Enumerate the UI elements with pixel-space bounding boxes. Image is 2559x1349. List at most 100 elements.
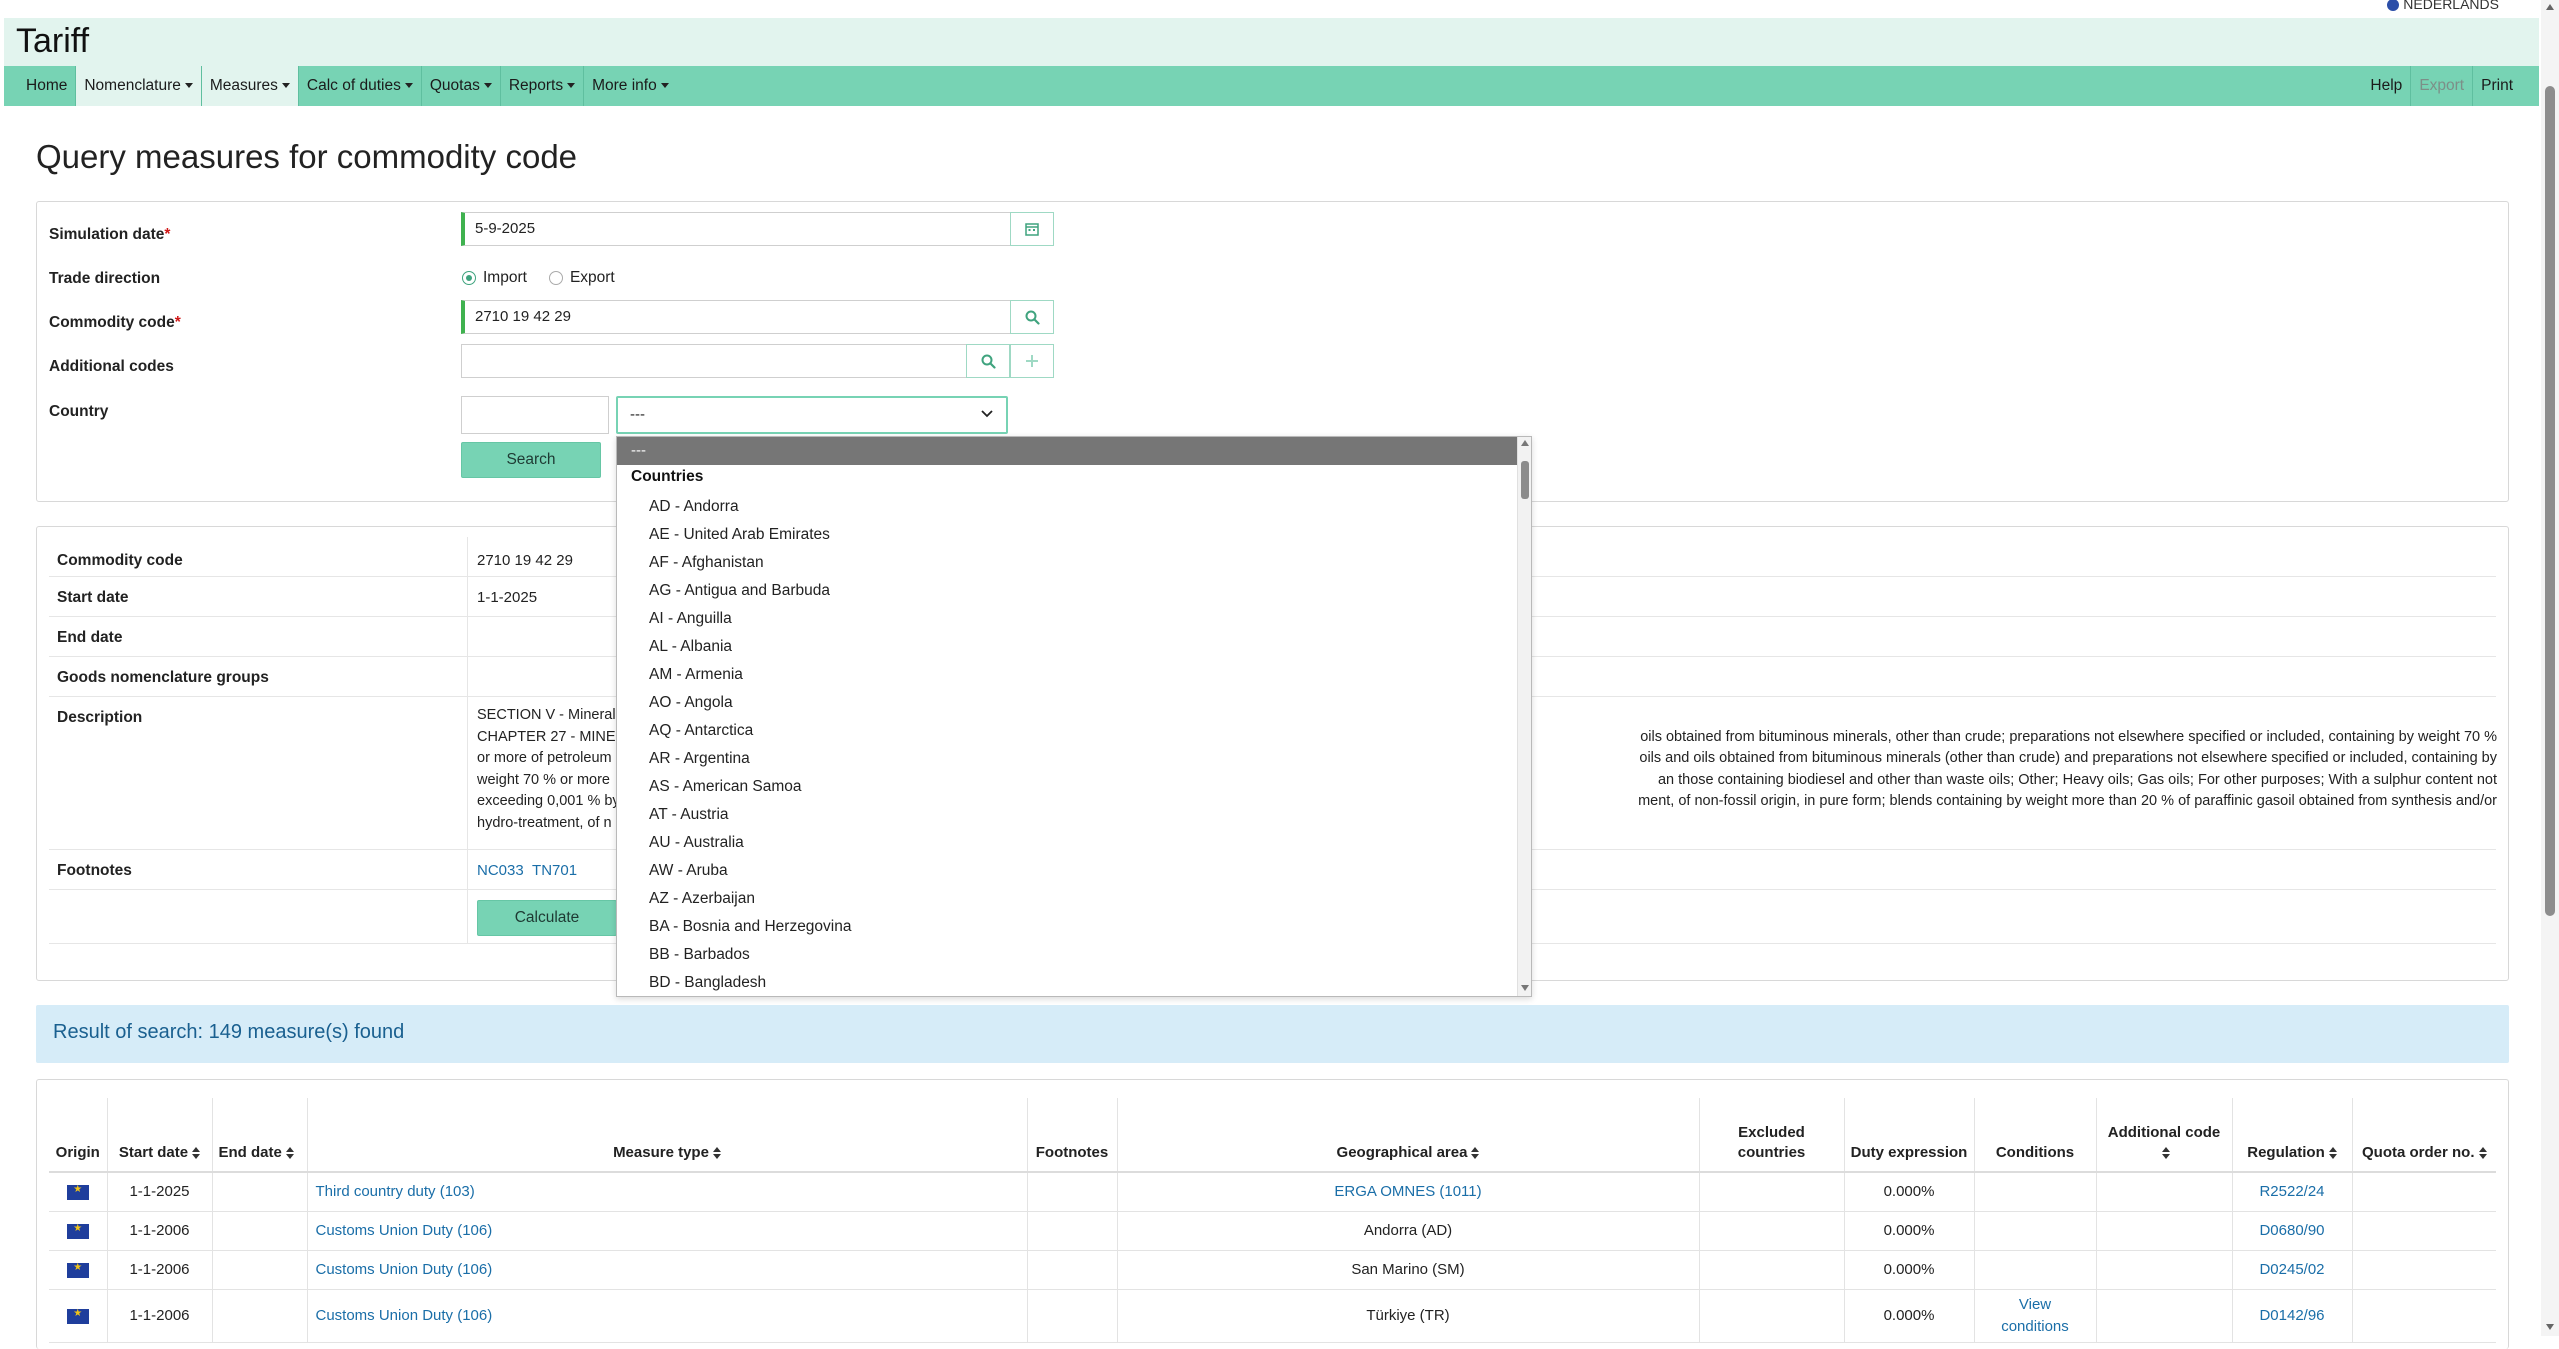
commodity-code-input[interactable]: 2710 19 42 29 xyxy=(461,300,1015,334)
dropdown-option[interactable]: AZ - Azerbaijan xyxy=(649,885,851,913)
col-excluded: Excluded countries xyxy=(1698,1098,1844,1173)
start-date-cell: 1-1-2006 xyxy=(106,1289,212,1343)
country-select[interactable]: --- xyxy=(616,396,1008,434)
col-quota[interactable]: Quota order no. xyxy=(2351,1098,2496,1173)
dropdown-option[interactable]: BA - Bosnia and Herzegovina xyxy=(649,913,851,941)
commodity-search-button[interactable] xyxy=(1010,300,1054,334)
nav-print[interactable]: Print xyxy=(2472,66,2521,106)
eu-flag-icon xyxy=(66,1308,89,1324)
dropdown-option[interactable]: AF - Afghanistan xyxy=(649,549,851,577)
sort-icon xyxy=(2328,1147,2337,1160)
duty-cell: 0.000% xyxy=(1843,1289,1974,1343)
nav-item-measures[interactable]: Measures xyxy=(200,66,298,106)
info-goods-groups-label: Goods nomenclature groups xyxy=(57,669,269,686)
description-line: or more of petroleum xyxy=(477,750,612,766)
geo-area-cell: Türkiye (TR) xyxy=(1116,1289,1699,1343)
measure-type-link[interactable]: Customs Union Duty (106) xyxy=(316,1261,493,1278)
dropdown-option[interactable]: AE - United Arab Emirates xyxy=(649,521,851,549)
column-divider xyxy=(467,657,468,696)
excluded-cell xyxy=(1698,1289,1844,1343)
simulation-date-input[interactable]: 5-9-2025 xyxy=(461,212,1015,246)
nav-item-calc-of-duties[interactable]: Calc of duties xyxy=(297,66,421,106)
nav-item-quotas[interactable]: Quotas xyxy=(420,66,500,106)
col-end-date[interactable]: End date xyxy=(211,1098,307,1173)
col-geo-area[interactable]: Geographical area xyxy=(1116,1098,1699,1173)
dropdown-option[interactable]: AO - Angola xyxy=(649,689,851,717)
origin-cell xyxy=(49,1211,107,1251)
dropdown-option[interactable]: AD - Andorra xyxy=(649,493,851,521)
dropdown-option[interactable]: AR - Argentina xyxy=(649,745,851,773)
col-measure-type[interactable]: Measure type xyxy=(306,1098,1027,1173)
additional-codes-input[interactable] xyxy=(461,344,969,378)
nav-item-home[interactable]: Home xyxy=(18,66,75,106)
quota-cell xyxy=(2351,1289,2496,1343)
nav-right: Help Export Print xyxy=(2362,66,2521,106)
scroll-down-icon[interactable] xyxy=(1521,985,1529,991)
dropdown-option[interactable]: BB - Barbados xyxy=(649,941,851,969)
end-date-cell xyxy=(211,1250,307,1290)
app-title: Tariff xyxy=(16,22,90,60)
result-summary-text: Result of search: 149 measure(s) found xyxy=(53,1021,405,1043)
export-radio[interactable] xyxy=(548,271,563,285)
scroll-down-icon[interactable] xyxy=(2546,1324,2554,1330)
dropdown-option[interactable]: AM - Armenia xyxy=(649,661,851,689)
dropdown-option-selected[interactable]: --- xyxy=(617,437,1519,465)
nav-item-nomenclature[interactable]: Nomenclature xyxy=(75,66,201,106)
view-conditions-link[interactable]: View conditions xyxy=(1995,1294,2075,1338)
footnote-link[interactable]: TN701 xyxy=(532,862,577,879)
regulation-link[interactable]: D0142/96 xyxy=(2259,1307,2324,1324)
measure-type-link[interactable]: Customs Union Duty (106) xyxy=(316,1222,493,1239)
col-additional-code-label: Additional code xyxy=(2107,1124,2221,1141)
dropdown-option[interactable]: AQ - Antarctica xyxy=(649,717,851,745)
column-divider xyxy=(467,537,468,576)
measure-type-link[interactable]: Third country duty (103) xyxy=(316,1183,475,1200)
results-body: 1-1-2025 Third country duty (103) ERGA OMN… xyxy=(49,1172,2496,1343)
country-code-input[interactable] xyxy=(461,396,609,434)
footnote-link[interactable]: NC033 xyxy=(477,862,524,879)
dropdown-option[interactable]: AU - Australia xyxy=(649,829,851,857)
language-flag-icon xyxy=(2387,0,2400,12)
nav-item-reports[interactable]: Reports xyxy=(499,66,583,106)
info-commodity-code-link[interactable]: 2710 19 42 29 xyxy=(477,552,573,569)
dropdown-scrollbar[interactable] xyxy=(1517,437,1531,996)
page-scrollbar[interactable] xyxy=(2541,0,2559,1336)
nav-help[interactable]: Help xyxy=(2362,66,2410,106)
dropdown-option[interactable]: AL - Albania xyxy=(649,633,851,661)
measure-type-link[interactable]: Customs Union Duty (106) xyxy=(316,1307,493,1324)
regulation-cell: D0142/96 xyxy=(2231,1289,2352,1343)
search-button[interactable]: Search xyxy=(461,442,601,478)
add-additional-code-button[interactable] xyxy=(1010,344,1054,378)
col-additional-code[interactable]: Additional code xyxy=(2095,1098,2232,1173)
dropdown-option[interactable]: BD - Bangladesh xyxy=(649,969,851,996)
nav-item-more-info[interactable]: More info xyxy=(583,66,677,106)
dropdown-option[interactable]: AW - Aruba xyxy=(649,857,851,885)
additional-code-cell xyxy=(2095,1289,2232,1343)
import-radio[interactable] xyxy=(462,271,476,285)
dropdown-option[interactable]: AT - Austria xyxy=(649,801,851,829)
col-origin: Origin xyxy=(49,1098,107,1173)
col-start-date[interactable]: Start date xyxy=(106,1098,212,1173)
regulation-link[interactable]: D0245/02 xyxy=(2259,1261,2324,1278)
regulation-link[interactable]: D0680/90 xyxy=(2259,1222,2324,1239)
calculate-button[interactable]: Calculate xyxy=(477,900,617,936)
country-dropdown-list[interactable]: --- Countries AD - Andorra AE - United Ar… xyxy=(616,436,1532,997)
regulation-link[interactable]: R2522/24 xyxy=(2259,1183,2324,1200)
scroll-up-icon[interactable] xyxy=(2546,4,2554,10)
scroll-up-icon[interactable] xyxy=(1521,440,1529,446)
footnotes-cell xyxy=(1026,1250,1117,1290)
dropdown-option[interactable]: AG - Antigua and Barbuda xyxy=(649,577,851,605)
page-scroll-thumb[interactable] xyxy=(2545,86,2555,916)
footnotes-cell xyxy=(1026,1211,1117,1251)
col-regulation[interactable]: Regulation xyxy=(2231,1098,2352,1173)
language-switch[interactable]: NEDERLANDS xyxy=(2387,0,2499,12)
dropdown-option[interactable]: AS - American Samoa xyxy=(649,773,851,801)
geo-area-link[interactable]: ERGA OMNES (1011) xyxy=(1334,1183,1481,1200)
dropdown-option[interactable]: AI - Anguilla xyxy=(649,605,851,633)
search-icon xyxy=(981,354,996,369)
dropdown-scroll-thumb[interactable] xyxy=(1521,461,1529,499)
dropdown-group-label: Countries xyxy=(631,468,704,485)
trade-direction-group: Import Export xyxy=(462,269,615,287)
col-footnotes: Footnotes xyxy=(1026,1098,1117,1173)
calendar-button[interactable] xyxy=(1010,212,1054,246)
additional-codes-search-button[interactable] xyxy=(966,344,1010,378)
